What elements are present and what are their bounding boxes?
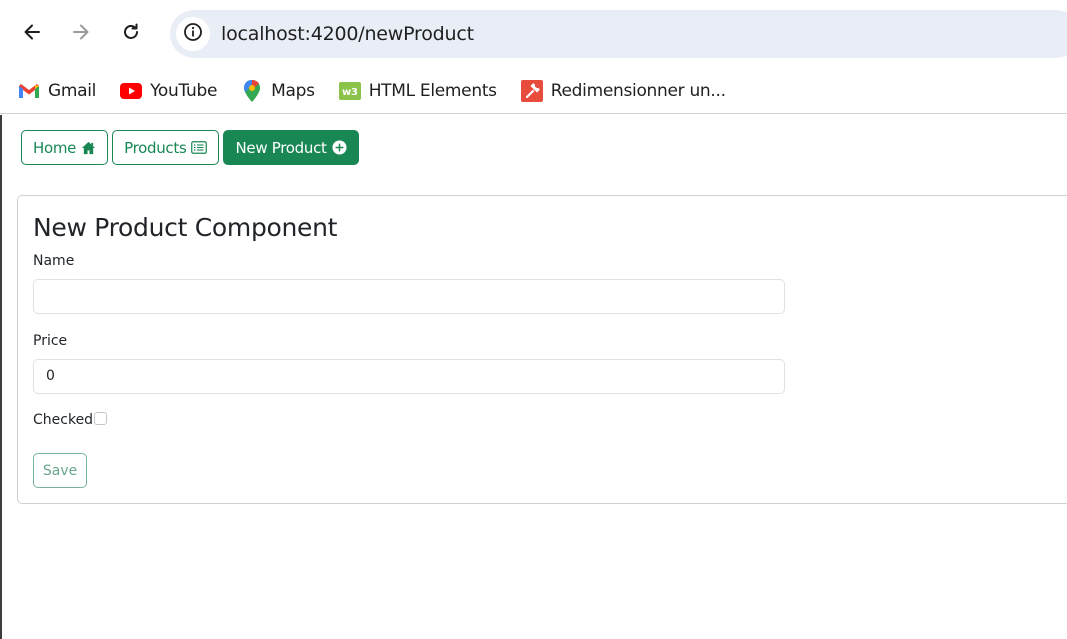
reload-icon [121,22,141,47]
page-title: New Product Component [33,213,338,242]
arrow-right-icon [71,22,91,47]
back-button[interactable] [12,14,52,54]
bookmark-label: HTML Elements [368,80,497,101]
checked-checkbox[interactable] [94,412,108,425]
url-text: localhost:4200/newProduct [221,23,474,45]
app-nav: Home Products New Product [21,130,363,165]
arrow-left-icon [22,22,42,47]
bookmark-youtube[interactable]: YouTube [120,75,217,107]
products-button[interactable]: Products [112,130,220,165]
bookmark-html-elements[interactable]: w3 HTML Elements [338,75,497,107]
maps-icon [241,79,263,102]
youtube-icon [120,80,143,102]
address-bar[interactable]: localhost:4200/newProduct [170,10,1067,58]
checked-row: Checked [33,412,108,428]
bookmark-label: Maps [271,80,315,101]
bookmark-label: Redimensionner un... [550,80,726,101]
url-path: :4200/newProduct [304,23,475,45]
card-list-icon [191,141,208,154]
new-product-button[interactable]: New Product [223,130,359,165]
home-button[interactable]: Home [21,130,109,165]
new-product-label: New Product [235,138,327,157]
checked-label: Checked [33,412,94,428]
forward-button[interactable] [61,14,101,54]
svg-text:w3: w3 [342,87,358,98]
price-label: Price [33,333,68,349]
bookmark-redimensionner[interactable]: Redimensionner un... [520,75,726,107]
info-icon [183,22,203,47]
url-host: localhost [221,23,305,45]
price-input[interactable]: 0 [33,359,785,394]
bookmark-maps[interactable]: Maps [241,75,315,107]
new-product-card: New Product Component Name Price 0 Check… [17,195,1067,504]
bookmarks-bar: Gmail YouTube Maps w3 HTML Elements Redi… [0,68,1067,114]
bookmark-gmail[interactable]: Gmail [18,75,96,107]
bookmark-label: YouTube [150,80,218,101]
reload-button[interactable] [111,14,151,54]
bookmark-label: Gmail [48,80,97,101]
products-label: Products [124,138,187,157]
home-icon [81,141,96,155]
name-input[interactable] [33,279,785,314]
plus-circle-icon [332,140,347,155]
gmail-icon [18,80,40,102]
page-content: Home Products New Product New Product Co… [0,115,1067,639]
save-button[interactable]: Save [33,453,87,488]
site-info-button[interactable] [176,17,210,51]
home-label: Home [33,138,77,157]
name-label: Name [33,253,75,269]
wrench-icon [520,79,543,102]
w3-icon: w3 [338,80,361,102]
browser-toolbar: localhost:4200/newProduct [0,0,1067,68]
